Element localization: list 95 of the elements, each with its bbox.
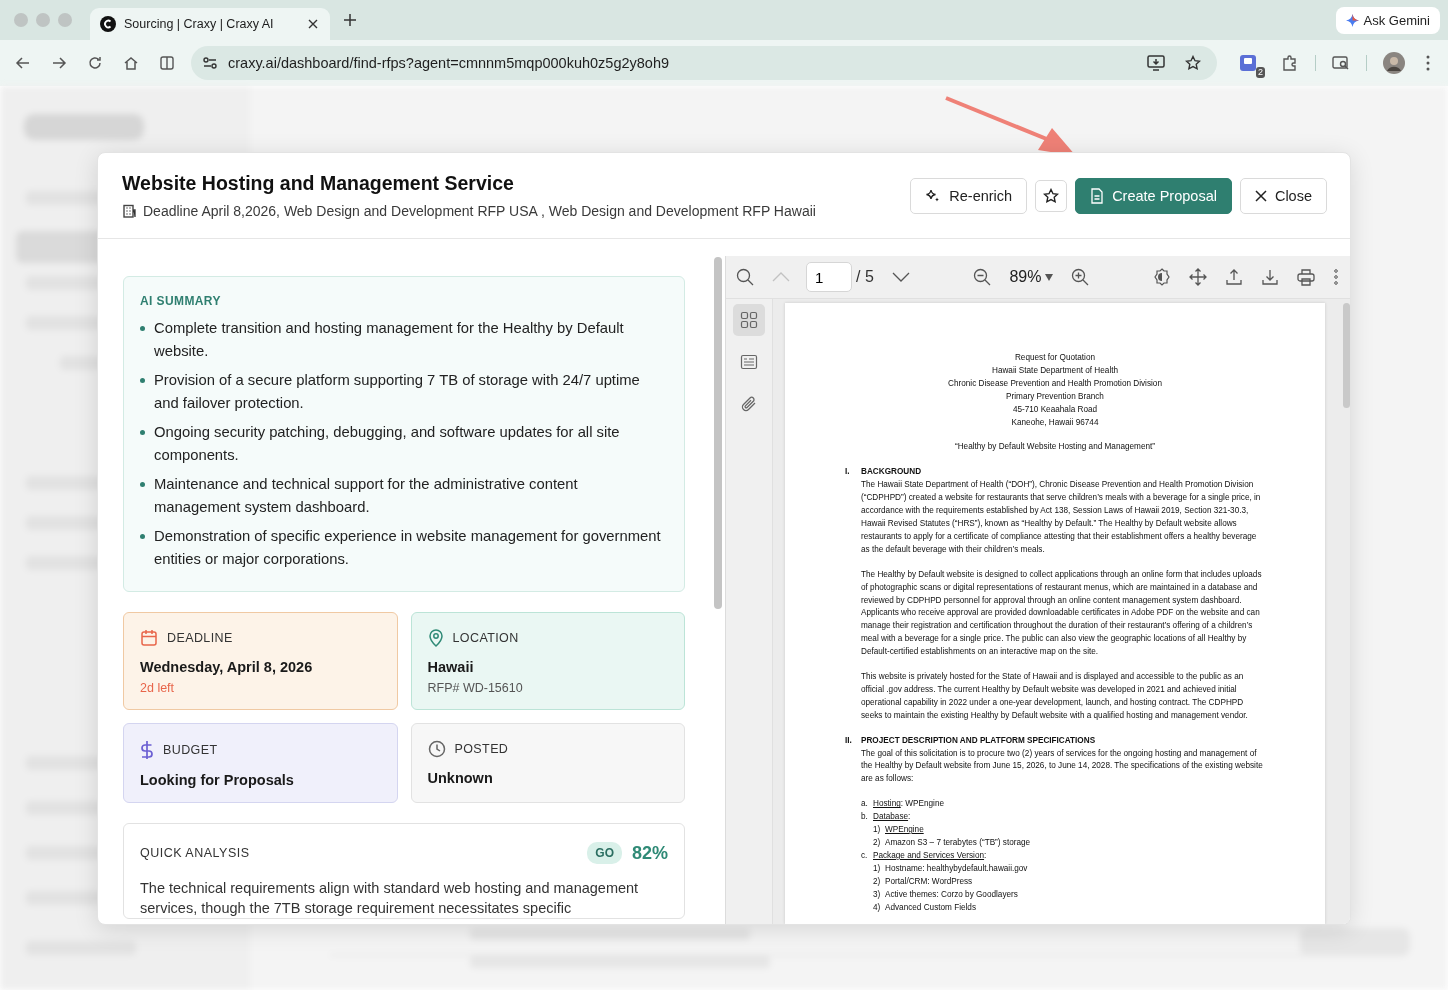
- close-button[interactable]: Close: [1239, 177, 1327, 214]
- section-heading: BACKGROUND: [861, 466, 922, 479]
- document-header-line: Chronic Disease Prevention and Health Promotion Division: [947, 377, 1163, 390]
- list-item: c. Package and Services Version:: [861, 849, 988, 862]
- zoom-out-icon[interactable]: [973, 268, 992, 286]
- move-icon[interactable]: [1189, 268, 1207, 286]
- grid-icon: [740, 311, 758, 329]
- menu-icon[interactable]: [1425, 55, 1431, 71]
- print-icon[interactable]: [1297, 268, 1315, 286]
- list-item: 2) Amazon S3 – 7 terabytes (“TB”) storage: [872, 837, 1032, 849]
- detail-label: LOCATION: [452, 631, 519, 645]
- forward-icon[interactable]: [51, 55, 67, 71]
- search-icon[interactable]: [736, 268, 754, 286]
- calendar-icon: [140, 629, 158, 647]
- document-paragraph: This website is privately hosted for the State of Hawaii and is displayed and accessible to the public as an official .gov address. The current Healthy by Default website was developed in 2021 and achieved initial operational capability in 2022 under a one-year development, launch, and hosting contract. The CDPHPD seeks to maintain the existing Healthy by Default website with a qualified hosting and management vendor.: [861, 671, 1249, 722]
- avatar-icon[interactable]: [1383, 52, 1405, 74]
- document-header-line: Primary Prevention Branch: [1005, 390, 1105, 403]
- close-icon: [1254, 189, 1267, 202]
- section-heading: PROJECT DESCRIPTION AND PLATFORM SPECIFICATIONS: [861, 734, 1096, 747]
- analysis-text: The technical requirements align with standard web hosting and management services, though the 7TB storage requirement necessitates specific: [140, 879, 640, 918]
- download-icon[interactable]: [1261, 268, 1279, 286]
- zoom-in-icon[interactable]: [1071, 268, 1090, 286]
- favorite-star-button[interactable]: [1035, 179, 1068, 212]
- reload-icon[interactable]: [87, 55, 103, 71]
- detail-note: 2d left: [140, 681, 176, 695]
- list-icon: [740, 354, 758, 370]
- document-icon: [1090, 187, 1105, 204]
- create-proposal-button[interactable]: Create Proposal: [1075, 177, 1232, 214]
- clock-icon: [427, 740, 446, 758]
- summary-point: Ongoing security patching, debugging, and software updates for all site components.: [140, 421, 668, 467]
- detail-value: Looking for Proposals: [140, 772, 295, 788]
- upload-icon[interactable]: [1225, 268, 1243, 286]
- caret-icon: [1045, 273, 1054, 281]
- more-options-icon[interactable]: [1333, 269, 1339, 285]
- section-number: I.: [845, 466, 851, 479]
- detail-value: Hawaii: [427, 659, 475, 675]
- building-icon: [122, 204, 136, 218]
- summary-point: Provision of a secure platform supporting 7 TB of storage with 24/7 uptime and failover protection.: [140, 369, 668, 415]
- document-header-line: Kaneohe, Hawaii 96744: [1010, 416, 1100, 429]
- summary-point: Complete transition and hosting management for the Healthy by Default website.: [140, 317, 668, 363]
- list-item: 1) WPEngine: [872, 824, 925, 837]
- sparkle-icon: [1345, 13, 1359, 27]
- tab-search-icon[interactable]: [1332, 55, 1350, 71]
- document-header-line: 45-710 Keaahala Road: [1011, 403, 1099, 416]
- dialog-subtitle: Deadline April 8,2026, Web Design and Development RFP USA , Web Design and Development RFP Hawaii: [143, 203, 816, 219]
- page-count: / 5: [856, 268, 874, 286]
- paperclip-icon: [740, 395, 758, 413]
- page-number-field[interactable]: 1: [806, 262, 852, 292]
- zoom-dropdown[interactable]: 89%: [1009, 268, 1054, 286]
- list-item: 1) Hostname: healthybydefault.hawaii.gov: [872, 862, 1029, 875]
- list-item: 3) Active themes: Corzo by Goodlayers: [872, 888, 1019, 901]
- extension-badge: 2: [1256, 67, 1265, 78]
- list-item: 2) Portal/CRM: WordPress: [872, 875, 974, 888]
- re-enrich-button[interactable]: Re-enrich: [910, 177, 1028, 214]
- install-app-icon[interactable]: [1147, 55, 1165, 71]
- site-logo-icon: [100, 16, 116, 32]
- close-icon[interactable]: [308, 19, 318, 29]
- new-tab-icon[interactable]: [344, 14, 356, 26]
- split-view-icon[interactable]: [159, 55, 175, 71]
- summary-point: Demonstration of specific experience in website management for government entities or major corporations.: [140, 525, 668, 571]
- map-pin-icon: [427, 629, 444, 647]
- home-icon[interactable]: [123, 55, 139, 71]
- list-item: b. Database:: [861, 811, 912, 824]
- section-heading: QUICK ANALYSIS: [140, 846, 250, 860]
- detail-label: POSTED: [454, 742, 509, 756]
- document-title: “Healthy by Default Website Hosting and Management”: [953, 441, 1157, 454]
- detail-note: RFP# WD-15610: [427, 681, 524, 695]
- section-heading: AI SUMMARY: [140, 294, 222, 308]
- bookmark-star-icon[interactable]: [1185, 55, 1201, 71]
- dollar-icon: [140, 740, 154, 760]
- score-value: 82%: [631, 842, 668, 864]
- detail-label: BUDGET: [163, 743, 218, 757]
- document-paragraph: The Healthy by Default website is designed to collect applications through an online form that includes uploads of photographic scans or digital representations of restaurant menus, which are maintained in a database and reviewed by CDPHPD personnel for approval through an online content management system dashboard. Applicants who receive approval are provided downloadable certificates in Adobe PDF on the website and can manage their registration and certification throughout the duration of their restaurant’s offering of a children’s meal with a beverage for a single price. The public can also view the geographic locations of all Healthy by Default-certified establishments on an interactive map on the site.: [861, 568, 1263, 659]
- ask-gemini-button[interactable]: Ask Gemini: [1335, 6, 1440, 34]
- document-paragraph: The Hawaii State Department of Health (“DOH”), Chronic Disease Prevention and Health Promotion Division (“CDPHPD”) created a website for restaurants that serve children’s meals with a beverage for a single price, in accordance with the requirements established by Act 138, Session Laws of Hawaii 2019, Section 321-30.3, Hawaii Revised Statutes (“HRS”), known as “Healthy by Default.” The Healthy by Default website allows restaurants to apply for a certificate of compliance attesting that their establishment offers a healthy beverage as the default beverage with their children’s meals.: [861, 479, 1262, 556]
- panel-tab[interactable]: [733, 304, 765, 336]
- detail-value: Wednesday, April 8, 2026: [140, 659, 314, 675]
- puzzle-icon[interactable]: [1281, 54, 1299, 72]
- summary-point: Maintenance and technical support for the administrative content management system dashboard.: [140, 473, 668, 519]
- dialog-title: Website Hosting and Management Service: [122, 172, 515, 195]
- next-page-icon[interactable]: [891, 272, 910, 282]
- detail-value: Unknown: [427, 770, 494, 786]
- document-header-line: Hawaii State Department of Health: [990, 364, 1120, 377]
- document-header-line: Request for Quotation: [1013, 352, 1097, 364]
- document-paragraph: The goal of this solicitation is to procure two (2) years of services for the ongoing hosting and management of the Healthy by Default website from June 15, 2026, to June 14, 2028. The specifications of the existing website are as follows:: [861, 747, 1264, 786]
- list-item: a. Hosting: WPEngine: [861, 798, 945, 811]
- verdict-badge: GO: [587, 842, 622, 864]
- star-icon: [1043, 187, 1060, 204]
- detail-label: DEADLINE: [167, 631, 233, 645]
- section-number: II.: [845, 734, 853, 747]
- site-settings-icon[interactable]: [202, 56, 218, 70]
- browser-tab[interactable]: Sourcing | Craxy | Craxy AI: [90, 8, 330, 40]
- list-item: 4) Advanced Custom Fields: [872, 901, 977, 914]
- address-bar[interactable]: craxy.ai/dashboard/find-rfps?agent=cmnnm5mqp000kuh0z5g2y8oh9: [191, 46, 1217, 80]
- back-icon[interactable]: [15, 55, 31, 71]
